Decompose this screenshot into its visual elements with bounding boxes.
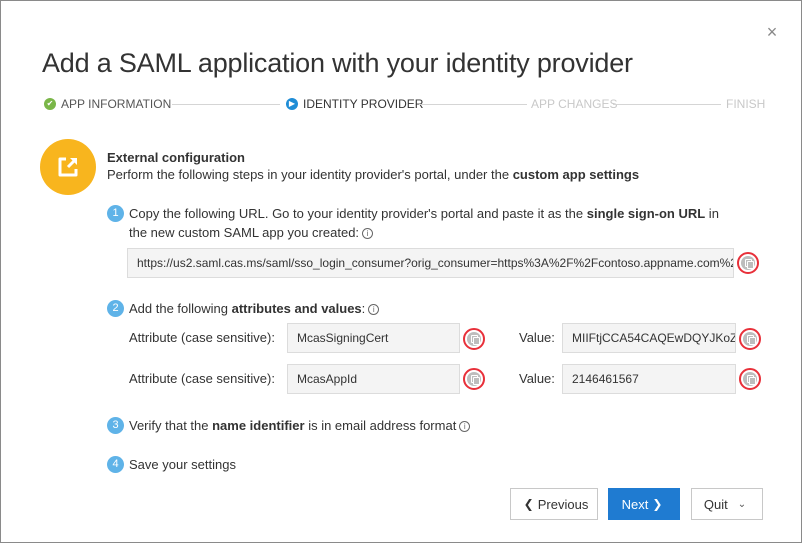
chevron-down-icon: ⌄ bbox=[737, 498, 747, 510]
copy-icon bbox=[741, 256, 755, 270]
step-4-instructions: Save your settings bbox=[129, 457, 236, 472]
wizard-step-finish: FINISH bbox=[726, 97, 765, 111]
info-icon[interactable]: i bbox=[459, 421, 471, 432]
wizard-step-app-information[interactable]: ✔ APP INFORMATION bbox=[44, 97, 171, 111]
previous-button[interactable]: ❮ Previous bbox=[510, 488, 598, 520]
description-text: Perform the following steps in your iden… bbox=[107, 167, 513, 182]
step-text: Add the following bbox=[129, 301, 232, 316]
step-number-4: 4 bbox=[107, 456, 124, 473]
wizard-step-app-changes: APP CHANGES bbox=[531, 97, 617, 111]
step-bold: name identifier bbox=[212, 418, 305, 433]
chevron-left-icon: ❮ bbox=[523, 497, 534, 511]
step-number-1: 1 bbox=[107, 205, 124, 222]
attribute-field-signing-cert[interactable]: McasSigningCert bbox=[287, 323, 460, 353]
step-2-instructions: Add the following attributes and values:… bbox=[129, 299, 380, 318]
step-3-instructions: Verify that the name identifier is in em… bbox=[129, 416, 471, 435]
copy-icon bbox=[467, 372, 481, 386]
info-icon[interactable]: i bbox=[368, 304, 380, 315]
step-1-instructions: Copy the following URL. Go to your ident… bbox=[129, 204, 769, 242]
wizard-step-label: APP CHANGES bbox=[531, 97, 618, 111]
wizard-steps: ✔ APP INFORMATION ▶ IDENTITY PROVIDER AP… bbox=[44, 97, 765, 113]
copy-icon bbox=[467, 332, 481, 346]
wizard-step-label: FINISH bbox=[726, 97, 766, 111]
external-config-heading: External configuration bbox=[107, 150, 245, 165]
previous-label: Previous bbox=[537, 496, 589, 512]
check-icon: ✔ bbox=[44, 98, 56, 110]
sso-url-field[interactable]: https://us2.saml.cas.ms/saml/sso_login_c… bbox=[127, 248, 734, 278]
wizard-connector bbox=[172, 104, 280, 105]
external-link-icon bbox=[40, 139, 96, 195]
saml-dialog: × Add a SAML application with your ident… bbox=[0, 0, 802, 543]
step-text: : bbox=[361, 301, 366, 316]
next-button[interactable]: Next ❯ bbox=[608, 488, 680, 520]
quit-label: Quit bbox=[703, 496, 728, 512]
step-text: Copy the following URL. Go to your ident… bbox=[129, 206, 587, 221]
attribute-label: Attribute (case sensitive): bbox=[129, 371, 275, 386]
value-field-signing-cert[interactable]: MIIFtjCCA54CAQEwDQYJKoZI bbox=[562, 323, 736, 353]
description-bold: custom app settings bbox=[512, 167, 640, 182]
step-bold: single sign-on URL bbox=[586, 206, 706, 221]
value-field-app-id[interactable]: 2146461567 bbox=[562, 364, 736, 394]
copy-value-button[interactable] bbox=[739, 368, 761, 390]
step-text: Verify that the bbox=[129, 418, 213, 433]
copy-value-button[interactable] bbox=[739, 328, 761, 350]
external-config-description: Perform the following steps in your iden… bbox=[107, 167, 639, 182]
chevron-right-icon: ❯ bbox=[652, 497, 663, 511]
dialog-title: Add a SAML application with your identit… bbox=[42, 48, 633, 78]
attribute-field-app-id[interactable]: McasAppId bbox=[287, 364, 460, 394]
close-icon[interactable]: × bbox=[764, 23, 780, 41]
value-label: Value: bbox=[519, 371, 555, 386]
step-number-3: 3 bbox=[107, 417, 124, 434]
wizard-step-label: APP INFORMATION bbox=[61, 97, 172, 111]
value-label: Value: bbox=[519, 330, 555, 345]
step-bold: attributes and values bbox=[231, 301, 362, 316]
copy-url-button[interactable] bbox=[737, 252, 759, 274]
info-icon[interactable]: i bbox=[362, 228, 374, 239]
next-label: Next bbox=[621, 496, 649, 512]
step-number-2: 2 bbox=[107, 300, 124, 317]
wizard-connector bbox=[419, 104, 527, 105]
attribute-label: Attribute (case sensitive): bbox=[129, 330, 275, 345]
copy-attribute-button[interactable] bbox=[463, 368, 485, 390]
step-text: in bbox=[705, 206, 719, 221]
quit-button[interactable]: Quit ⌄ bbox=[691, 488, 763, 520]
wizard-step-identity-provider[interactable]: ▶ IDENTITY PROVIDER bbox=[286, 97, 423, 111]
wizard-step-label: IDENTITY PROVIDER bbox=[303, 97, 424, 111]
wizard-connector bbox=[613, 104, 721, 105]
copy-icon bbox=[743, 332, 757, 346]
copy-attribute-button[interactable] bbox=[463, 328, 485, 350]
play-icon: ▶ bbox=[286, 98, 298, 110]
step-text: the new custom SAML app you created: bbox=[129, 225, 360, 240]
step-text: is in email address format bbox=[304, 418, 457, 433]
copy-icon bbox=[743, 372, 757, 386]
